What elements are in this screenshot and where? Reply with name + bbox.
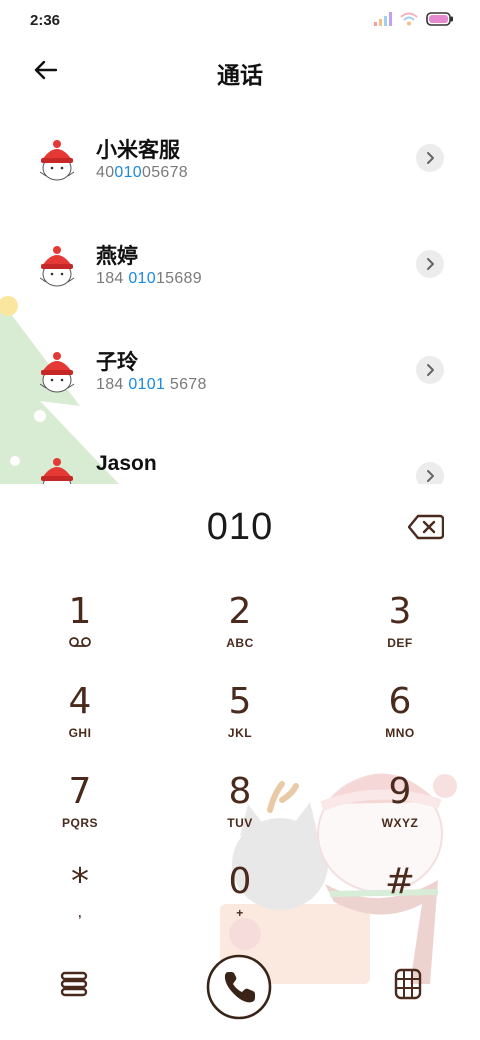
dialer-panel: 010 1 2 ABC 3 DEF 4 GHI 5 JKL 6 MNO 7 PQ… (0, 484, 480, 1040)
chevron-right-icon[interactable] (416, 144, 444, 172)
dial-key-8[interactable]: 8 TUV (180, 772, 300, 850)
key-digit: 5 (228, 681, 252, 722)
dial-key-2[interactable]: 2 ABC (180, 592, 300, 670)
dial-key-1[interactable]: 1 (20, 592, 140, 670)
status-bar: 2:36 (0, 0, 480, 44)
contact-row[interactable]: 小米客服 4001005678 (0, 106, 480, 212)
dial-key-star[interactable]: * , (20, 862, 140, 940)
call-button[interactable] (206, 954, 272, 1020)
key-letters: DEF (387, 636, 413, 650)
page-title: 通话 (217, 62, 263, 88)
key-digit: 1 (68, 591, 92, 632)
contact-list: 小米客服 4001005678 燕婷 184 01015689 子玲 184 0… (0, 106, 480, 484)
key-letters: JKL (227, 726, 253, 740)
avatar (39, 246, 75, 287)
chevron-right-icon[interactable] (416, 250, 444, 278)
contact-number: 184 01015689 (96, 270, 202, 287)
key-letters: PQRS (61, 816, 98, 830)
key-digit: # (384, 861, 416, 902)
battery-icon (426, 12, 453, 26)
status-icons (374, 12, 454, 26)
dial-key-9[interactable]: 9 WXYZ (340, 772, 460, 850)
key-letters: ABC (226, 636, 254, 650)
contact-row[interactable]: Jason (0, 424, 480, 484)
key-letters: MNO (385, 726, 415, 740)
key-digit: 9 (388, 771, 412, 812)
chevron-right-icon[interactable] (416, 356, 444, 384)
dial-key-4[interactable]: 4 GHI (20, 682, 140, 760)
dial-key-6[interactable]: 6 MNO (340, 682, 460, 760)
backspace-icon[interactable] (408, 514, 444, 540)
key-letters: WXYZ (381, 816, 419, 830)
contact-number: 184 0101 5678 (96, 376, 207, 393)
dial-key-0[interactable]: 0 + (180, 862, 300, 940)
dial-key-7[interactable]: 7 PQRS (20, 772, 140, 850)
key-digit: 6 (388, 681, 412, 722)
chevron-right-icon[interactable] (416, 462, 444, 484)
menu-icon[interactable] (60, 970, 88, 998)
contact-number: 4001005678 (96, 164, 189, 181)
contact-row[interactable]: 燕婷 184 01015689 (0, 212, 480, 318)
dialpad-icon[interactable] (394, 968, 422, 1002)
key-digit: * (71, 861, 89, 902)
avatar (39, 140, 75, 181)
contact-name: 子玲 (96, 351, 138, 374)
contact-name: 小米客服 (96, 139, 180, 162)
key-digit: 7 (68, 771, 92, 812)
key-digit: 3 (388, 591, 412, 632)
key-digit: 8 (228, 771, 252, 812)
key-digit: 4 (68, 681, 92, 722)
dial-key-3[interactable]: 3 DEF (340, 592, 460, 670)
dial-key-hash[interactable]: # (340, 862, 460, 940)
key-digit: 0 (228, 861, 252, 902)
status-time: 2:36 (30, 12, 61, 29)
key-letters: GHI (68, 726, 92, 740)
key-letters: + (236, 906, 244, 920)
key-digit: 2 (228, 591, 252, 632)
signal-icon (374, 12, 392, 26)
voicemail-icon (69, 637, 91, 647)
avatar (39, 352, 75, 393)
wifi-icon (400, 12, 418, 26)
contact-name: 燕婷 (96, 245, 138, 268)
key-letters: TUV (227, 816, 253, 830)
key-letters: , (78, 906, 82, 920)
contact-name: Jason (96, 452, 157, 475)
contact-row[interactable]: 子玲 184 0101 5678 (0, 318, 480, 424)
header: 通话 (0, 44, 480, 100)
avatar (41, 458, 73, 484)
dial-key-5[interactable]: 5 JKL (180, 682, 300, 760)
